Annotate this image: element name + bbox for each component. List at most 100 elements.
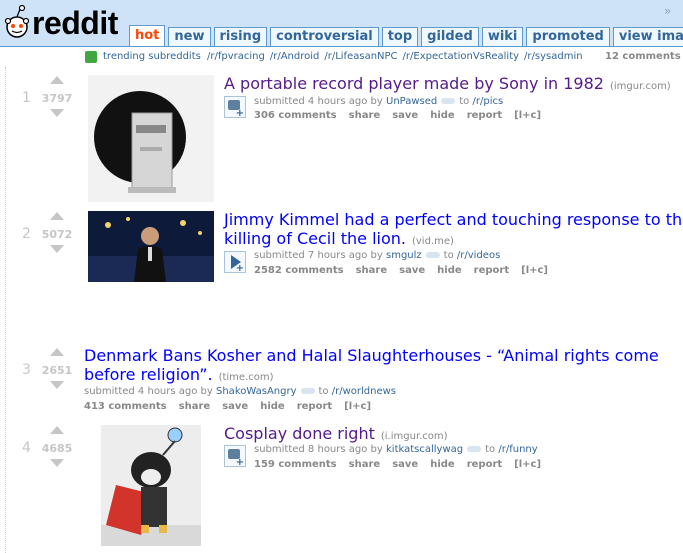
report-button[interactable]: report [474,265,509,276]
trending-link-sysadmin[interactable]: /r/sysadmin [524,51,583,62]
share-button[interactable]: share [179,401,211,412]
downvote-arrow-icon[interactable] [50,245,64,253]
post-subreddit[interactable]: /r/worldnews [332,386,396,397]
plus-icon: + [235,457,244,468]
expando-image-button[interactable]: + [224,96,246,119]
tab-rising[interactable]: rising [213,27,268,46]
post-author[interactable]: kitkatscallywag [386,444,463,455]
tab-wiki[interactable]: wiki [481,27,524,46]
trending-link-android[interactable]: /r/Android [270,51,320,62]
post-title-text[interactable]: A portable record player made by Sony in… [224,74,604,93]
tab-promoted[interactable]: promoted [526,27,610,46]
post-author[interactable]: ShakoWasAngry [216,386,297,397]
site-header: reddit hot new rising controversial top gilde… [0,0,683,47]
lc-button[interactable]: [l+c] [344,401,371,412]
lc-button[interactable]: [l+c] [521,265,548,276]
lc-button[interactable]: [l+c] [514,459,541,470]
trending-link-lifeasannpc[interactable]: /r/LifeasanNPC [324,51,397,62]
plus-icon: + [235,108,244,119]
save-button[interactable]: save [392,459,418,470]
post-title-line-1[interactable]: Denmark Bans Kosher and Halal Slaughterh… [84,346,659,365]
post-title[interactable]: A portable record player made by Sony in… [224,74,671,93]
post-title-line-2[interactable]: killing of Cecil the lion. [224,229,406,248]
snoo-logo-icon[interactable] [2,3,32,43]
post-author[interactable]: smgulz [386,250,422,261]
save-button[interactable]: save [222,401,248,412]
lc-button[interactable]: [l+c] [514,110,541,121]
post-title[interactable]: Jimmy Kimmel had a perfect and touching … [224,210,682,229]
trending-comments-link[interactable]: 12 comments [605,47,681,67]
downvote-arrow-icon[interactable] [50,459,64,467]
comments-link[interactable]: 306 comments [254,110,337,121]
report-button[interactable]: report [467,459,502,470]
post-domain[interactable]: (vid.me) [412,236,454,247]
tab-new[interactable]: new [168,27,211,46]
upvote-arrow-icon[interactable] [50,348,64,356]
to-text: to [485,444,496,455]
hide-button[interactable]: hide [430,459,455,470]
user-flair-toggle [425,252,440,258]
upvote-arrow-icon[interactable] [50,426,64,434]
post-subreddit[interactable]: /r/funny [498,444,537,455]
post-title-line-2[interactable]: before religion”. [84,365,213,384]
tab-controversial[interactable]: controversial [270,27,379,46]
upvote-arrow-icon[interactable] [50,76,64,84]
post-thumbnail[interactable] [101,425,201,546]
side-strip [0,67,6,553]
to-text: to [318,386,329,397]
tab-top[interactable]: top [381,27,419,46]
post-subreddit[interactable]: /r/pics [473,96,504,107]
post-rank: 4 [22,440,31,456]
post-subreddit[interactable]: /r/videos [457,250,500,261]
post-title-text[interactable]: Cosplay done right [224,424,375,443]
post-title[interactable]: Cosplay done right (i.imgur.com) [224,424,448,443]
trending-subreddits-bar: trending subreddits /r/fpvracing/r/Andro… [0,47,683,67]
post-title[interactable]: Denmark Bans Kosher and Halal Slaughterh… [84,346,659,365]
post-author[interactable]: UnPawsed [386,96,437,107]
post-thumbnail[interactable] [88,75,214,202]
post-domain[interactable]: (imgur.com) [610,81,671,92]
post-title-line-1[interactable]: Jimmy Kimmel had a perfect and touching … [224,210,682,229]
trending-label[interactable]: trending subreddits [103,47,201,67]
post-domain[interactable]: (time.com) [219,372,274,383]
downvote-arrow-icon[interactable] [50,109,64,117]
trending-link-fpvracing[interactable]: /r/fpvracing [207,51,265,62]
user-flair-toggle [441,98,456,104]
submitted-text: submitted 4 hours ago by [254,96,383,107]
post-rank: 2 [22,226,31,242]
share-button[interactable]: share [349,110,381,121]
tab-hot[interactable]: hot [129,25,166,46]
report-button[interactable]: report [467,110,502,121]
post-score: 3797 [41,92,73,105]
comments-link[interactable]: 413 comments [84,401,167,412]
reddit-wordmark[interactable]: reddit [32,6,118,40]
hide-button[interactable]: hide [430,110,455,121]
post-rank: 1 [22,90,31,106]
save-button[interactable]: save [392,110,418,121]
share-button[interactable]: share [349,459,381,470]
post-thumbnail[interactable] [88,211,214,282]
trending-link-expectationvsreality[interactable]: /r/ExpectationVsReality [403,51,520,62]
post-score: 5072 [41,228,73,241]
user-flair-toggle [467,446,482,452]
collapse-header-icon[interactable]: » [664,4,671,18]
downvote-arrow-icon[interactable] [50,381,64,389]
comments-link[interactable]: 2582 comments [254,265,344,276]
expando-video-button[interactable]: + [224,251,246,274]
share-button[interactable]: share [356,265,388,276]
post-domain[interactable]: (i.imgur.com) [381,431,448,442]
tab-gilded[interactable]: gilded [421,27,479,46]
post-tagline: submitted 4 hours ago by ShakoWasAngry to… [84,386,396,397]
post-buttons: 306 comments share save hide report [l+c] [254,110,553,121]
report-button[interactable]: report [297,401,332,412]
post-title-continued[interactable]: killing of Cecil the lion. (vid.me) [224,229,454,248]
hide-button[interactable]: hide [260,401,285,412]
post-rank: 3 [22,362,31,378]
tab-view-images[interactable]: view images [612,27,683,46]
expando-image-button[interactable]: + [224,445,246,468]
hide-button[interactable]: hide [437,265,462,276]
upvote-arrow-icon[interactable] [50,212,64,220]
post-title-continued[interactable]: before religion”. (time.com) [84,365,274,384]
comments-link[interactable]: 159 comments [254,459,337,470]
save-button[interactable]: save [399,265,425,276]
